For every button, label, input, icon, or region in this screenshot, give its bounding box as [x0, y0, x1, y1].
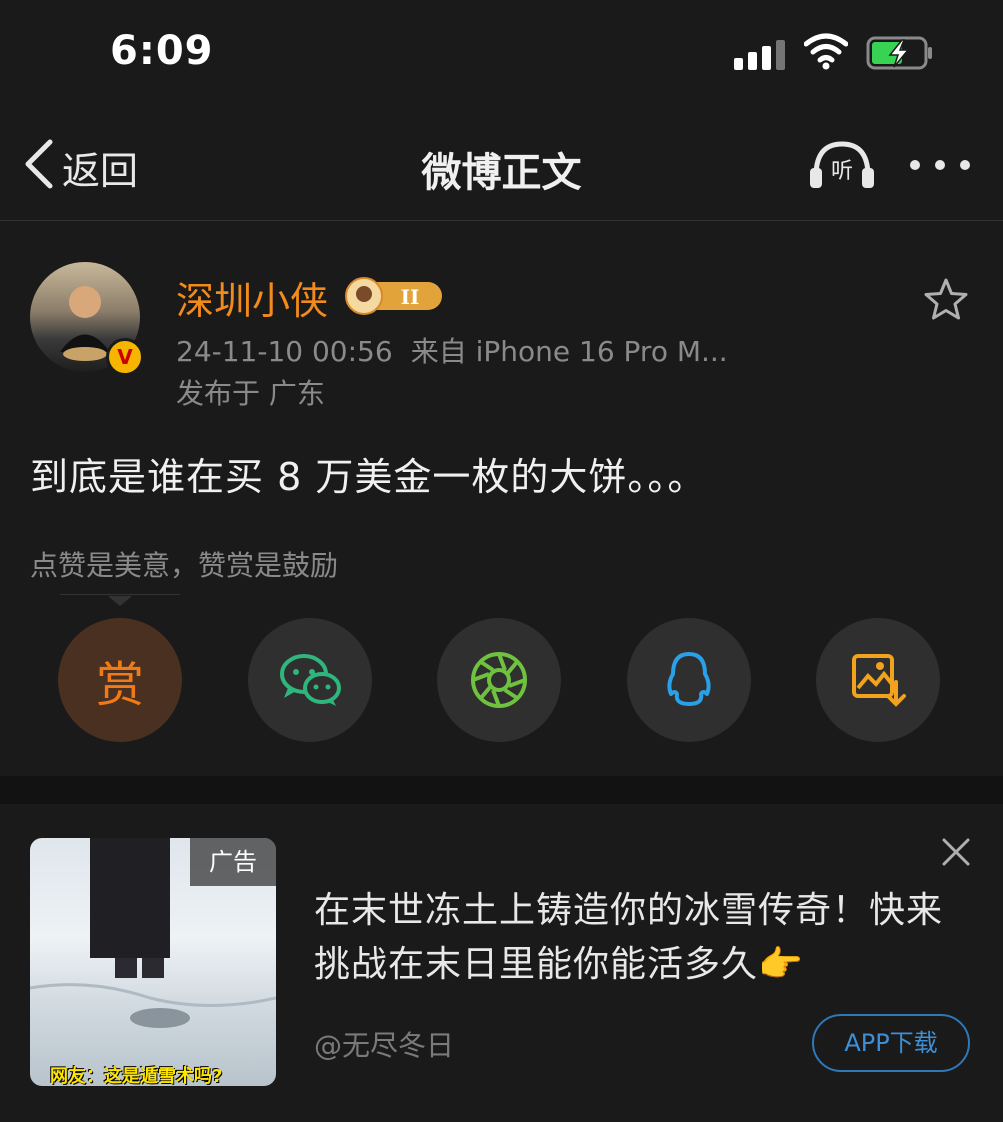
wifi-icon [804, 33, 848, 70]
verified-badge-icon: V [106, 338, 144, 376]
close-icon[interactable] [940, 836, 972, 868]
moments-icon [471, 652, 527, 708]
share-moments-button[interactable] [437, 618, 561, 742]
save-image-icon [852, 654, 906, 707]
username[interactable]: 深圳小侠 [176, 270, 328, 325]
level-badge-icon: II [345, 277, 442, 315]
share-wechat-button[interactable] [248, 618, 372, 742]
cellular-signal-icon [734, 38, 786, 70]
ad-text[interactable]: 在末世冻土上铸造你的冰雪传奇！快来挑战在末日里能你能活多久👉 [314, 884, 954, 992]
app-download-button[interactable]: APP下载 [812, 1014, 970, 1072]
reward-label: 赏 [95, 657, 144, 713]
reward-hint: 点赞是美意，赞赏是鼓励 [30, 549, 339, 582]
save-image-button[interactable] [816, 618, 940, 742]
qq-icon [667, 652, 711, 706]
share-qq-button[interactable] [627, 618, 751, 742]
ad-tag: 广告 [190, 838, 276, 886]
post-meta: 24-11-10 00:56 来自 iPhone 16 Pro M... [176, 330, 746, 370]
listen-label: 听 [831, 159, 853, 184]
hint-divider [60, 594, 180, 595]
status-time: 6:09 [110, 28, 214, 74]
battery-charging-icon [866, 36, 932, 70]
post-text: 到底是谁在买 8 万美金一枚的大饼。。。 [30, 455, 707, 499]
more-options-icon[interactable] [908, 158, 972, 172]
section-divider [0, 776, 1003, 804]
post-timestamp: 24-11-10 00:56 [176, 335, 393, 368]
star-icon[interactable] [922, 276, 970, 324]
hint-pointer [108, 596, 132, 606]
reward-button[interactable]: 赏 [58, 618, 182, 742]
ad-image-caption: 网友：这是遁雪术吗? [50, 1066, 223, 1087]
listen-headphones-icon[interactable]: 听 [808, 138, 876, 190]
wechat-icon [280, 654, 341, 706]
ad-source[interactable]: @无尽冬日 [314, 1024, 454, 1064]
post-source: 来自 iPhone 16 Pro M... [410, 335, 728, 368]
level-badge-label: II [401, 285, 420, 309]
post-location: 发布于 广东 [176, 377, 325, 410]
